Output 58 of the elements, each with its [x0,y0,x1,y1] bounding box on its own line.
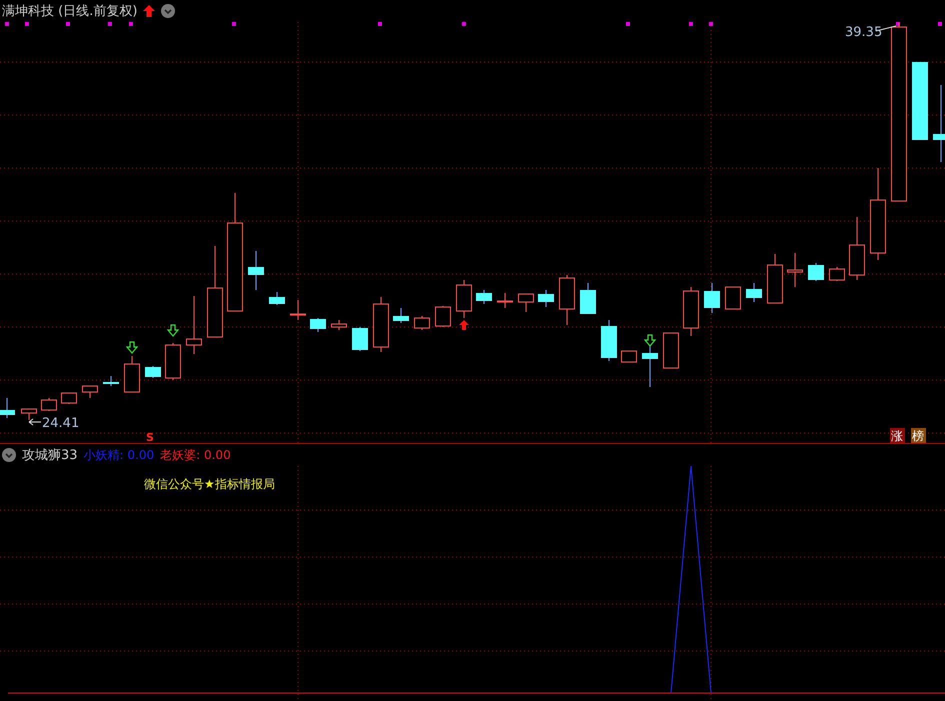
badge: 榜 [911,428,926,443]
candlestick [476,290,492,304]
chevron-down-icon[interactable] [161,4,176,18]
candlestick [497,292,513,308]
up-arrow-icon [143,5,156,17]
candlestick [683,286,699,336]
candlestick [373,296,389,352]
indicator-value: 小妖精: 0.00 [84,446,154,464]
candlestick [0,398,15,418]
chevron-down-icon[interactable] [2,448,16,462]
candlestick [290,300,306,320]
candlestick [601,320,617,362]
candlestick [435,306,451,328]
candlestick [704,282,720,314]
up-arrow-icon [459,320,469,330]
candlestick [767,254,783,304]
candlestick [41,398,57,412]
candlestick [559,274,575,326]
candlestick [808,262,824,282]
candlestick [456,280,472,318]
annotation-text: 微信公众号★指标情报局 [144,477,275,491]
leader-line [28,418,42,426]
down-arrow-icon [126,341,138,354]
candlestick [248,250,264,290]
low-price-label: 24.41 [42,416,80,431]
candlestick [393,308,409,324]
candlestick [725,286,741,310]
candlestick [621,350,637,362]
badge: 涨 [890,428,905,443]
candlestick [21,408,37,420]
down-arrow-icon [166,324,180,337]
candlestick [165,342,181,380]
candlestick [82,386,98,398]
sell-signal: S [146,431,154,443]
candlestick [829,266,845,282]
candlestick [352,326,368,352]
candlestick [310,318,326,332]
indicator-name: 攻城狮33 [22,447,78,464]
indicator-value: 老妖婆: 0.00 [160,446,231,464]
high-price-label: 39.35 [845,25,882,40]
candlestick [849,216,865,280]
candlestick [145,366,161,378]
down-arrow-icon [644,334,656,347]
stock-title: 满坤科技 (日线.前复权) [2,3,138,20]
candlestick [787,252,803,288]
candlestick [331,320,347,330]
candlestick [186,296,202,354]
candlestick [61,392,77,404]
candlestick [663,332,679,368]
candlestick [103,376,119,386]
candlestick [518,294,534,312]
candlestick [538,290,554,308]
candlestick [414,316,430,330]
candlestick [746,282,762,302]
candlestick [580,282,596,314]
candlestick [269,292,285,306]
candlestick [642,344,658,388]
candlestick [124,356,140,392]
